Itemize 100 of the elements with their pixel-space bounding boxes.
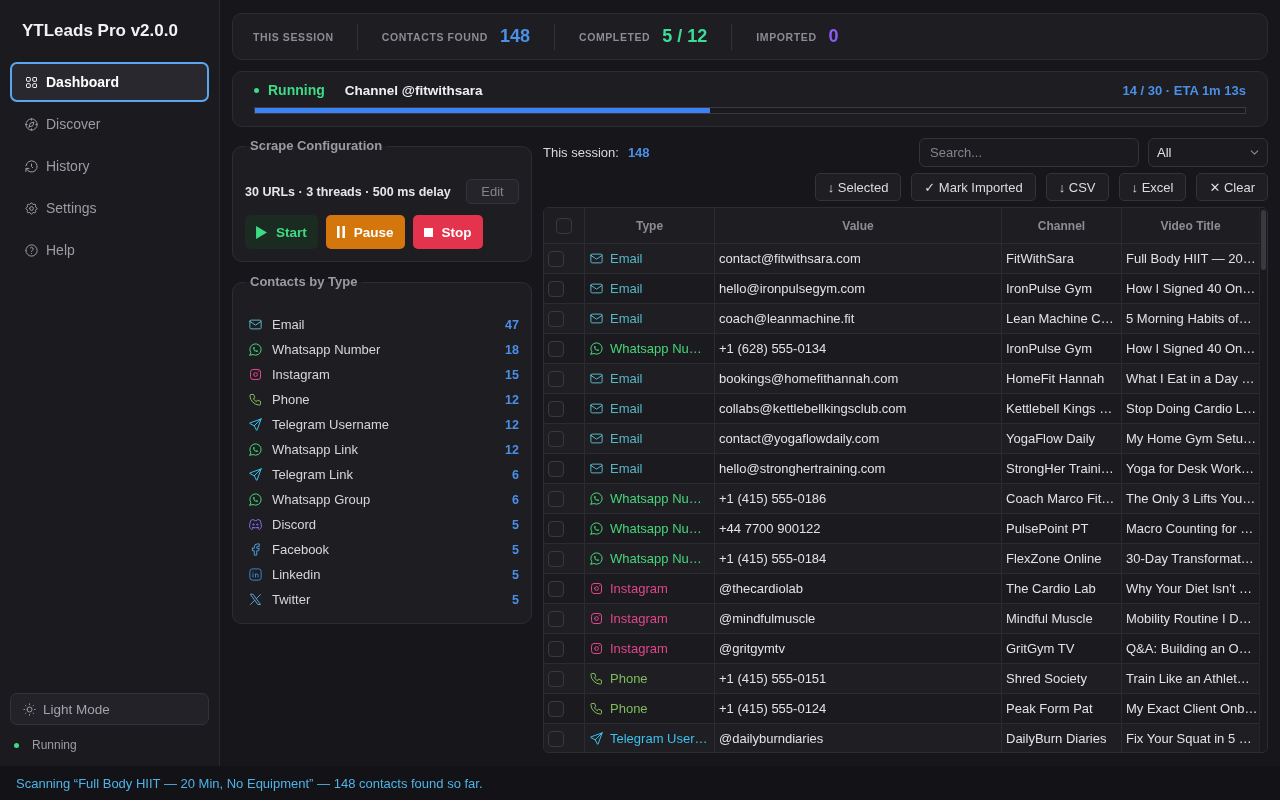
panel-title: Contacts by Type [249, 274, 359, 290]
toolbar-button[interactable]: ✓ Mark Imported [911, 173, 1036, 201]
grid-icon [24, 74, 39, 90]
paper-plane-icon [248, 417, 263, 432]
filter-select[interactable]: All [1148, 138, 1268, 167]
table-row[interactable]: Email hello@stronghertraining.com StrongHer Traini… Yoga for Desk Work… [544, 453, 1259, 483]
type-count: 5 [512, 567, 519, 582]
checkbox[interactable] [548, 400, 564, 417]
nav-item[interactable]: Dashboard [10, 62, 209, 102]
type-label: Email [610, 431, 643, 446]
table-row[interactable]: Whatsapp Nu… +1 (628) 555-0134 IronPulse Gym How I Signed 40 On… [544, 333, 1259, 363]
checkbox[interactable] [548, 340, 564, 357]
checkbox[interactable] [548, 430, 564, 447]
type-count: 12 [505, 442, 519, 457]
type-label: Phone [610, 701, 648, 716]
type-label: Phone [272, 392, 310, 407]
type-label: Whatsapp Nu… [610, 551, 702, 566]
checkbox[interactable] [548, 730, 564, 747]
stop-icon [423, 227, 433, 237]
instagram-icon [589, 581, 604, 596]
type-label: Email [610, 401, 643, 416]
config-summary: 30 URLs · 3 threads · 500 ms delay [245, 184, 451, 199]
stat-value: 148 [499, 26, 530, 47]
status-text: Running [32, 738, 77, 752]
table-row[interactable]: Telegram User… @dailyburndiaries DailyBurn Diaries Fix Your Squat in 5 … [544, 723, 1259, 752]
table-row[interactable]: Instagram @gritgymtv GritGym TV Q&A: Building an O… [544, 633, 1259, 663]
table-row[interactable]: Whatsapp Nu… +44 7700 900122 PulsePoint PT Macro Counting for … [544, 513, 1259, 543]
envelope-icon [589, 311, 604, 326]
checkbox[interactable] [548, 250, 564, 267]
paper-plane-icon [589, 731, 604, 746]
phone-icon [589, 701, 604, 716]
session-count: 148 [627, 145, 650, 160]
type-count: 6 [512, 467, 519, 482]
status-text: Running [268, 82, 325, 98]
nav-item[interactable]: Settings [10, 188, 209, 228]
nav-item[interactable]: History [10, 146, 209, 186]
type-count: 5 [512, 517, 519, 532]
table-row[interactable]: Email contact@fitwithsara.com FitWithSara Full Body HIIT — 20… [544, 243, 1259, 273]
type-count: 6 [512, 492, 519, 507]
stat-label: IMPORTED [756, 30, 817, 43]
scrollbar-thumb[interactable] [1261, 210, 1266, 270]
type-label: Telegram Username [272, 417, 390, 432]
checkbox[interactable] [548, 580, 564, 597]
table-row[interactable]: Instagram @thecardiolab The Cardio Lab Why Your Diet Isn't … [544, 573, 1259, 603]
table-row[interactable]: Email collabs@kettlebellkingsclub.com Kettlebell Kings … Stop Doing Cardio L… [544, 393, 1259, 423]
type-label: Facebook [272, 542, 330, 557]
checkbox[interactable] [548, 670, 564, 687]
stop-button[interactable]: Stop [412, 215, 483, 249]
table-row[interactable]: Phone +1 (415) 555-0151 Shred Society Train Like an Athlet… [544, 663, 1259, 693]
progress-count: 14 / 30 · ETA 1m 13s [1122, 82, 1246, 98]
nav-item[interactable]: Help [10, 230, 209, 270]
stat-label: CONTACTS FOUND [381, 30, 488, 43]
table-row[interactable]: Email contact@yogaflowdaily.com YogaFlow Daily My Home Gym Setu… [544, 423, 1259, 453]
toolbar-button[interactable]: ↓ Excel [1118, 173, 1187, 201]
whatsapp-icon [589, 491, 604, 506]
app-title: YTLeads Pro v2.0.0 [21, 20, 179, 41]
table-row[interactable]: Phone +1 (415) 555-0124 Peak Form Pat My Exact Client Onb… [544, 693, 1259, 723]
type-label: Whatsapp Nu… [610, 521, 702, 536]
instagram-icon [248, 367, 263, 382]
type-label: Email [610, 311, 643, 326]
table-row[interactable]: Email bookings@homefithannah.com HomeFit Hannah What I Eat in a Day … [544, 363, 1259, 393]
type-label: Whatsapp Link [272, 442, 358, 457]
table-row[interactable]: Email coach@leanmachine.fit Lean Machine C… 5 Morning Habits of… [544, 303, 1259, 333]
toolbar-button[interactable]: ↓ Selected [814, 173, 902, 201]
type-label: Email [272, 317, 305, 332]
checkbox[interactable] [548, 490, 564, 507]
start-button[interactable]: Start [245, 215, 318, 249]
table-row[interactable]: Whatsapp Nu… +1 (415) 555-0186 Coach Marco Fit… The Only 3 Lifts You… [544, 483, 1259, 513]
phone-icon [248, 392, 263, 407]
type-count: 5 [512, 542, 519, 557]
table-row[interactable]: Whatsapp Nu… +1 (415) 555-0184 FlexZone Online 30-Day Transformat… [544, 543, 1259, 573]
stat-value: 5 / 12 [662, 26, 708, 47]
type-label: Telegram Link [272, 467, 353, 482]
envelope-icon [589, 251, 604, 266]
scrollbar-track[interactable] [1259, 208, 1267, 752]
type-label: Email [610, 281, 643, 296]
checkbox[interactable] [556, 217, 572, 234]
checkbox[interactable] [548, 610, 564, 627]
whatsapp-icon [589, 341, 604, 356]
checkbox[interactable] [548, 280, 564, 297]
theme-toggle-button[interactable]: Light Mode [10, 693, 209, 725]
type-label: Telegram User… [610, 731, 708, 746]
checkbox[interactable] [548, 460, 564, 477]
checkbox[interactable] [548, 700, 564, 717]
edit-button[interactable]: Edit [466, 179, 519, 204]
checkbox[interactable] [548, 550, 564, 567]
table-row[interactable]: Instagram @mindfulmuscle Mindful Muscle Mobility Routine I D… [544, 603, 1259, 633]
table-row[interactable]: Email hello@ironpulsegym.com IronPulse Gym How I Signed 40 On… [544, 273, 1259, 303]
checkbox[interactable] [548, 520, 564, 537]
checkbox[interactable] [548, 640, 564, 657]
search-field[interactable]: Search... [919, 138, 1139, 167]
toolbar-button[interactable]: ✕ Clear [1196, 173, 1268, 201]
panel-title: Scrape Configuration [249, 138, 384, 154]
instagram-icon [589, 641, 604, 656]
toolbar-button[interactable]: ↓ CSV [1045, 173, 1109, 201]
pause-icon [336, 226, 345, 238]
checkbox[interactable] [548, 370, 564, 387]
nav-item[interactable]: Discover [10, 104, 209, 144]
checkbox[interactable] [548, 310, 564, 327]
type-label: Whatsapp Group [272, 492, 371, 507]
